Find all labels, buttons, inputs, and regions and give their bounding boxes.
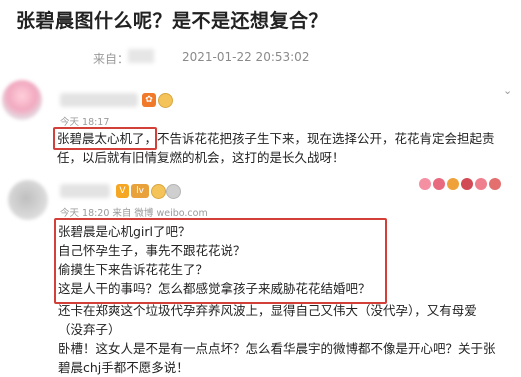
- comment-line: 还卡在郑爽这个垃圾代孕弃养风波上，显得自己又伟大（没代孕），又有母爱: [58, 303, 477, 318]
- comment-time: 今天 18:20 来自 微博 weibo.com: [60, 208, 208, 219]
- comment-line: 偷摸生下来告诉花花生了？: [58, 262, 209, 277]
- like-icon: [419, 178, 431, 190]
- commenter-avatar[interactable]: [8, 180, 48, 220]
- member-badge: ✿: [142, 93, 156, 107]
- comment-line: 张碧晨是心机girl了吧？: [58, 224, 191, 239]
- highlight-box: [53, 127, 157, 150]
- emoji-icon: [166, 184, 181, 199]
- meta-from-label: 来自：: [93, 52, 130, 66]
- comment-text: 不告诉花花把孩子生下来，现在选择公开，花花肯定会担起责: [157, 131, 495, 146]
- commenter-name-blurred[interactable]: [60, 93, 138, 107]
- comment-line: （没弃子）: [58, 322, 121, 337]
- meta-datetime: 2021-01-22 20:53:02: [182, 50, 310, 64]
- like-icon: [489, 178, 501, 190]
- comment-line: 卧槽！这女人是不是有一点点坏？怎么看华晨宇的微博都不像是开心吧？关于张: [58, 341, 496, 356]
- level-badge: lv: [131, 184, 149, 198]
- commenter-avatar[interactable]: [2, 80, 42, 120]
- headline: 张碧晨图什么呢？是不是还想复合？: [16, 10, 329, 32]
- emoji-icon: [151, 184, 166, 199]
- comment-line: 任，以后就有旧情复燃的机会，这打的是长久战呀！: [57, 150, 345, 165]
- like-icon: [433, 178, 445, 190]
- like-icon: [461, 178, 473, 190]
- comment-time: 今天 18:17: [60, 117, 110, 128]
- meta-source-blurred: [128, 49, 154, 63]
- verified-badge: V: [116, 184, 129, 198]
- emoji-icon: [158, 93, 173, 108]
- comment-line: 碧晨chj手都不愿多说！: [58, 360, 189, 375]
- chevron-down-icon[interactable]: ⌄: [503, 84, 512, 97]
- comment-line: 自己怀孕生子，事先不跟花花说？: [58, 243, 246, 258]
- like-icons-row: [419, 175, 519, 190]
- comment-line: 这是人干的事吗？怎么都感觉拿孩子来威胁花花结婚吧？: [58, 281, 371, 296]
- like-icon: [475, 178, 487, 190]
- like-icon: [447, 178, 459, 190]
- commenter-name-blurred[interactable]: [60, 184, 110, 198]
